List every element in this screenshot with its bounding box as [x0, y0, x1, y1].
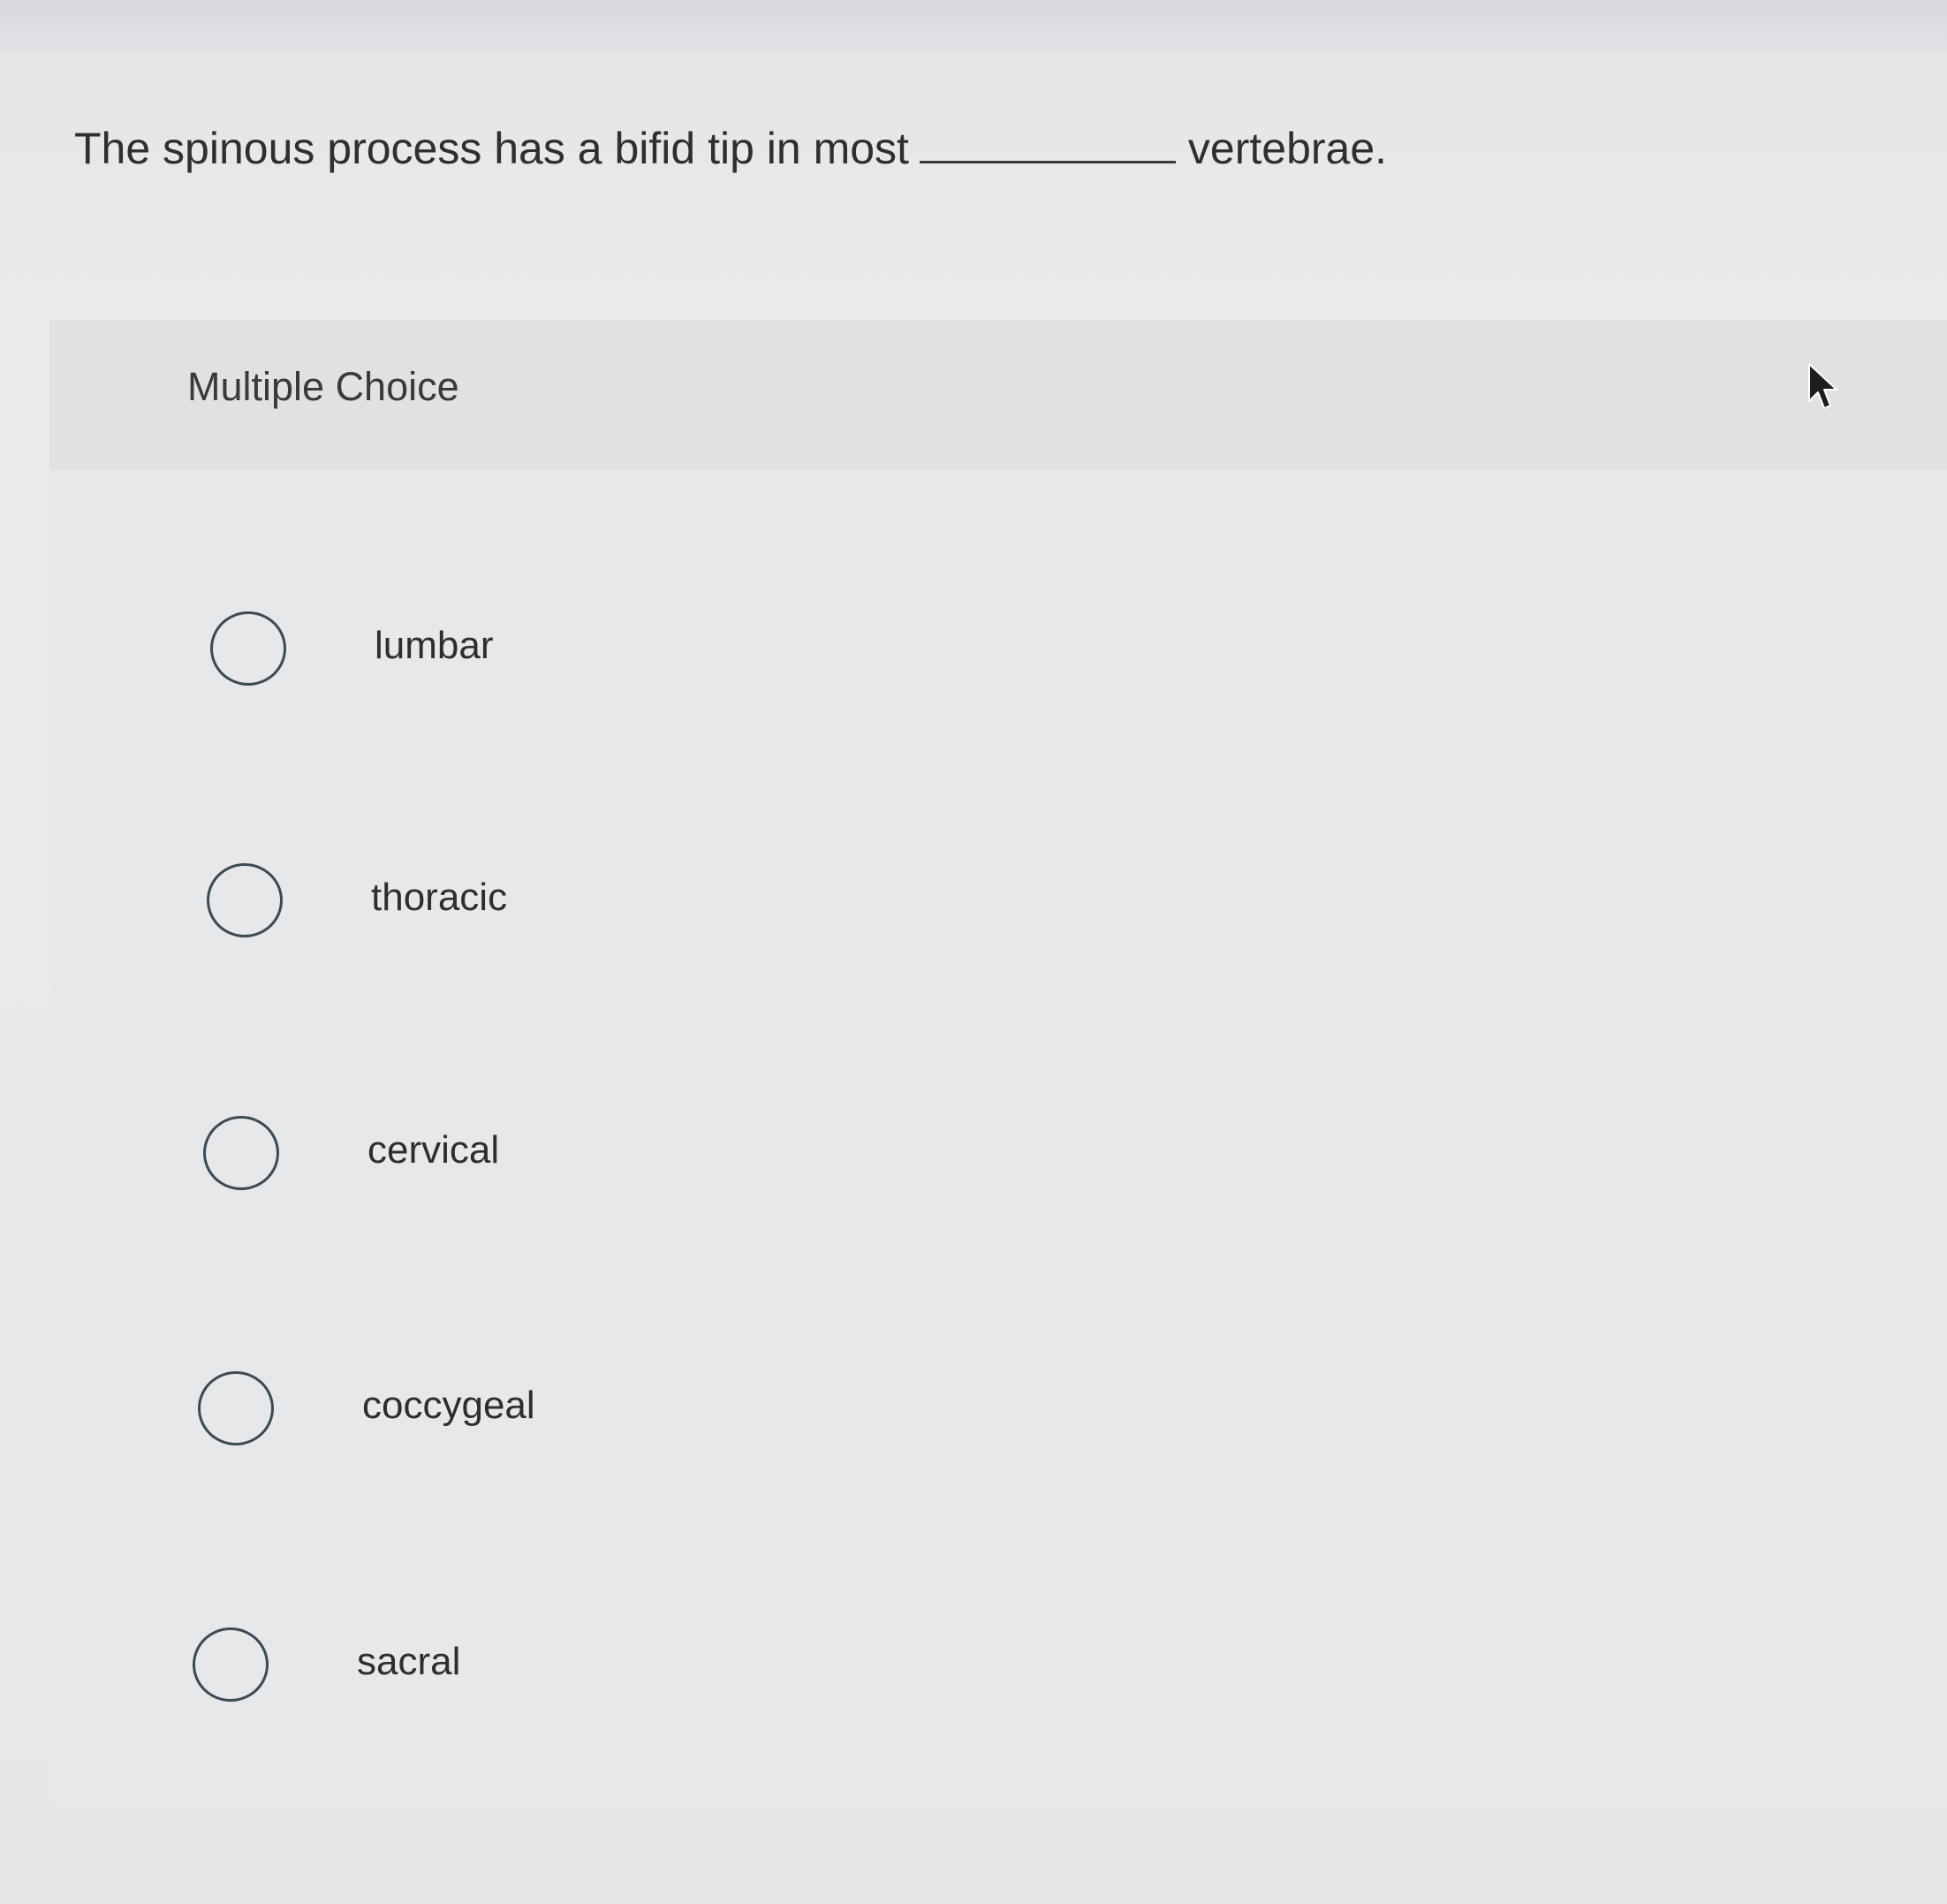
multiple-choice-panel: Multiple Choice lumbar thoracic cervical… [49, 320, 1947, 1804]
option-sacral[interactable]: sacral [193, 1620, 988, 1709]
multiple-choice-header: Multiple Choice [49, 320, 1947, 470]
option-thoracic[interactable]: thoracic [207, 856, 1002, 944]
option-lumbar[interactable]: lumbar [210, 604, 1005, 693]
top-strip [0, 0, 1947, 53]
mouse-pointer-icon [1808, 363, 1837, 409]
question-prompt: The spinous process has a bifid tip in m… [74, 113, 1387, 184]
option-label: thoracic [371, 876, 508, 919]
answer-blank [919, 120, 1176, 163]
question-text-after-blank: vertebrae. [1187, 124, 1388, 173]
question-text-before-blank: The spinous process has a bifid tip in m… [74, 124, 909, 173]
option-label: sacral [357, 1640, 461, 1683]
radio-button-icon[interactable] [210, 611, 286, 686]
radio-button-icon[interactable] [193, 1627, 269, 1702]
multiple-choice-label: Multiple Choice [187, 364, 459, 409]
radio-button-icon[interactable] [207, 863, 283, 937]
option-label: cervical [367, 1128, 500, 1172]
option-cervical[interactable]: cervical [203, 1109, 998, 1197]
option-label: lumbar [375, 624, 494, 667]
radio-button-icon[interactable] [198, 1371, 274, 1445]
option-coccygeal[interactable]: coccygeal [198, 1364, 993, 1453]
option-label: coccygeal [362, 1384, 535, 1427]
radio-button-icon[interactable] [203, 1116, 279, 1190]
